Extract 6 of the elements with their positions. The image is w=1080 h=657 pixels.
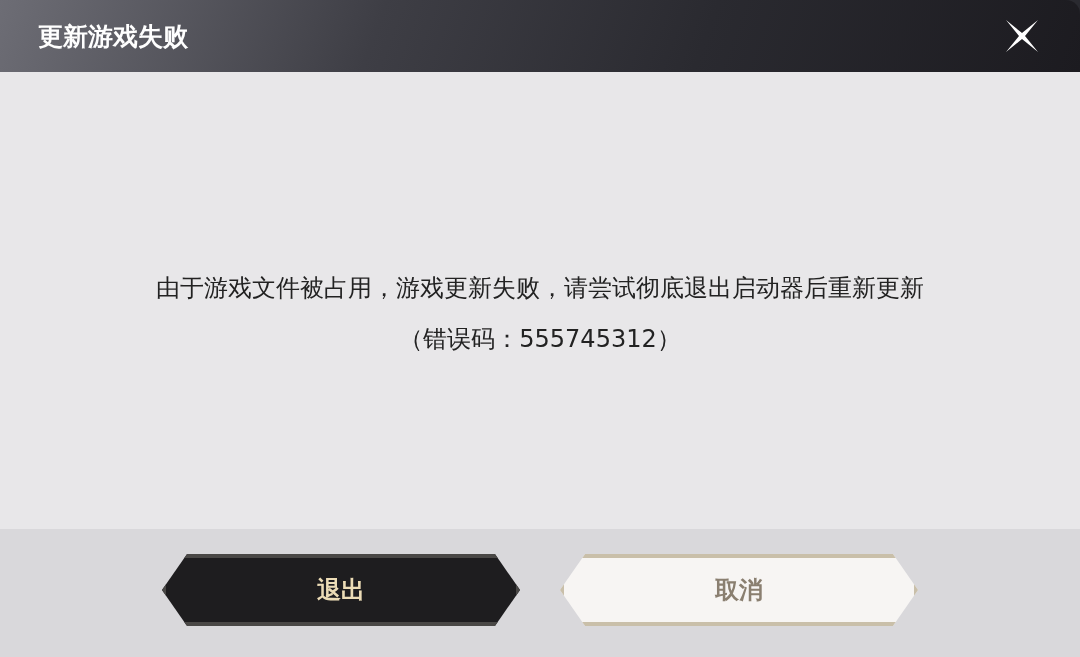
error-code: （错误码：555745312）: [398, 323, 682, 355]
window-title: 更新游戏失败: [38, 20, 188, 53]
close-icon[interactable]: [1004, 18, 1040, 54]
error-message: 由于游戏文件被占用，游戏更新失败，请尝试彻底退出启动器后重新更新: [155, 272, 925, 304]
cancel-button[interactable]: 取消: [560, 554, 918, 626]
exit-button[interactable]: 退出: [162, 554, 520, 626]
